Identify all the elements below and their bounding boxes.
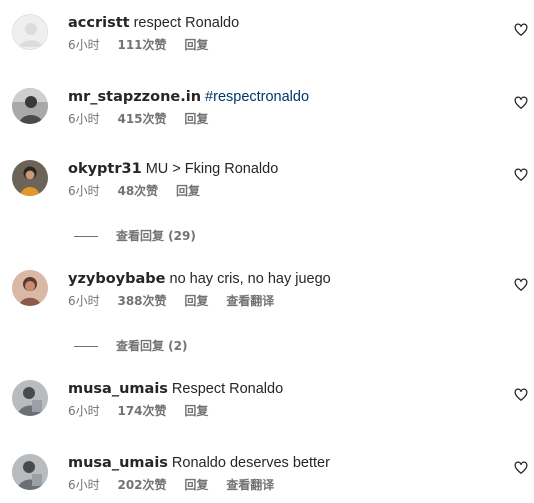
comment-text: MU > Fking Ronaldo bbox=[145, 161, 279, 177]
heart-icon[interactable] bbox=[514, 96, 528, 110]
avatar[interactable] bbox=[12, 88, 48, 124]
reply-button[interactable]: 回复 bbox=[184, 404, 208, 418]
heart-icon[interactable] bbox=[514, 388, 528, 402]
comment-time[interactable]: 6小时 bbox=[68, 112, 100, 126]
comment-line: okyptr31 MU > Fking Ronaldo bbox=[68, 160, 278, 178]
comment-username[interactable]: okyptr31 bbox=[68, 161, 142, 177]
avatar[interactable] bbox=[12, 380, 48, 416]
view-replies-button[interactable]: 查看回复 (2) bbox=[74, 337, 188, 354]
comment-likes[interactable]: 202次赞 bbox=[117, 478, 166, 492]
avatar[interactable] bbox=[12, 270, 48, 306]
comment-line: mr_stapzzone.in #respectronaldo bbox=[68, 88, 309, 106]
comment-time[interactable]: 6小时 bbox=[68, 294, 100, 308]
translate-button[interactable]: 查看翻译 bbox=[226, 478, 274, 492]
reply-button[interactable]: 回复 bbox=[184, 112, 208, 126]
person-avatar-icon bbox=[12, 88, 48, 124]
divider-line bbox=[74, 346, 98, 347]
comment-meta: 6小时 111次赞 回复 bbox=[68, 38, 222, 52]
comment-meta: 6小时 202次赞 回复 查看翻译 bbox=[68, 478, 288, 492]
comment-username[interactable]: musa_umais bbox=[68, 381, 168, 397]
comment-time[interactable]: 6小时 bbox=[68, 404, 100, 418]
comment-likes[interactable]: 174次赞 bbox=[117, 404, 166, 418]
avatar[interactable] bbox=[12, 160, 48, 196]
reply-button[interactable]: 回复 bbox=[184, 38, 208, 52]
reply-button[interactable]: 回复 bbox=[184, 294, 208, 308]
comment-text: Respect Ronaldo bbox=[171, 381, 284, 397]
comment-likes[interactable]: 48次赞 bbox=[117, 184, 158, 198]
comment-time[interactable]: 6小时 bbox=[68, 478, 100, 492]
comment-hashtag-link[interactable]: #respectronaldo bbox=[205, 89, 309, 105]
comment-likes[interactable]: 388次赞 bbox=[117, 294, 166, 308]
person-avatar-icon bbox=[12, 380, 48, 416]
comment-line: musa_umais Ronaldo deserves better bbox=[68, 454, 330, 472]
comment-meta: 6小时 48次赞 回复 bbox=[68, 184, 214, 198]
heart-icon[interactable] bbox=[514, 23, 528, 37]
heart-icon[interactable] bbox=[514, 461, 528, 475]
comment-likes[interactable]: 111次赞 bbox=[117, 38, 166, 52]
view-replies-label: 查看回复 (2) bbox=[116, 339, 188, 353]
heart-icon[interactable] bbox=[514, 168, 528, 182]
comment-time[interactable]: 6小时 bbox=[68, 184, 100, 198]
view-replies-button[interactable]: 查看回复 (29) bbox=[74, 227, 196, 244]
person-avatar-icon bbox=[12, 270, 48, 306]
person-avatar-icon bbox=[12, 160, 48, 196]
comment-meta: 6小时 415次赞 回复 bbox=[68, 112, 222, 126]
comment-text: Ronaldo deserves better bbox=[171, 455, 330, 471]
avatar[interactable] bbox=[12, 14, 48, 50]
comment-line: accristt respect Ronaldo bbox=[68, 14, 239, 32]
default-avatar-icon bbox=[13, 15, 47, 49]
divider-line bbox=[74, 236, 98, 237]
comment-username[interactable]: musa_umais bbox=[68, 455, 168, 471]
reply-button[interactable]: 回复 bbox=[176, 184, 200, 198]
comment-text: no hay cris, no hay juego bbox=[169, 271, 331, 287]
translate-button[interactable]: 查看翻译 bbox=[226, 294, 274, 308]
comment-text: respect Ronaldo bbox=[133, 15, 240, 31]
comment-username[interactable]: yzyboybabe bbox=[68, 271, 166, 287]
person-avatar-icon bbox=[12, 454, 48, 490]
comment-meta: 6小时 174次赞 回复 bbox=[68, 404, 222, 418]
comment-line: musa_umais Respect Ronaldo bbox=[68, 380, 283, 398]
view-replies-label: 查看回复 (29) bbox=[116, 229, 196, 243]
comment-line: yzyboybabe no hay cris, no hay juego bbox=[68, 270, 331, 288]
heart-icon[interactable] bbox=[514, 278, 528, 292]
avatar[interactable] bbox=[12, 454, 48, 490]
reply-button[interactable]: 回复 bbox=[184, 478, 208, 492]
comment-username[interactable]: accristt bbox=[68, 15, 130, 31]
comment-likes[interactable]: 415次赞 bbox=[117, 112, 166, 126]
comment-username[interactable]: mr_stapzzone.in bbox=[68, 89, 201, 105]
comment-meta: 6小时 388次赞 回复 查看翻译 bbox=[68, 294, 288, 308]
comment-time[interactable]: 6小时 bbox=[68, 38, 100, 52]
